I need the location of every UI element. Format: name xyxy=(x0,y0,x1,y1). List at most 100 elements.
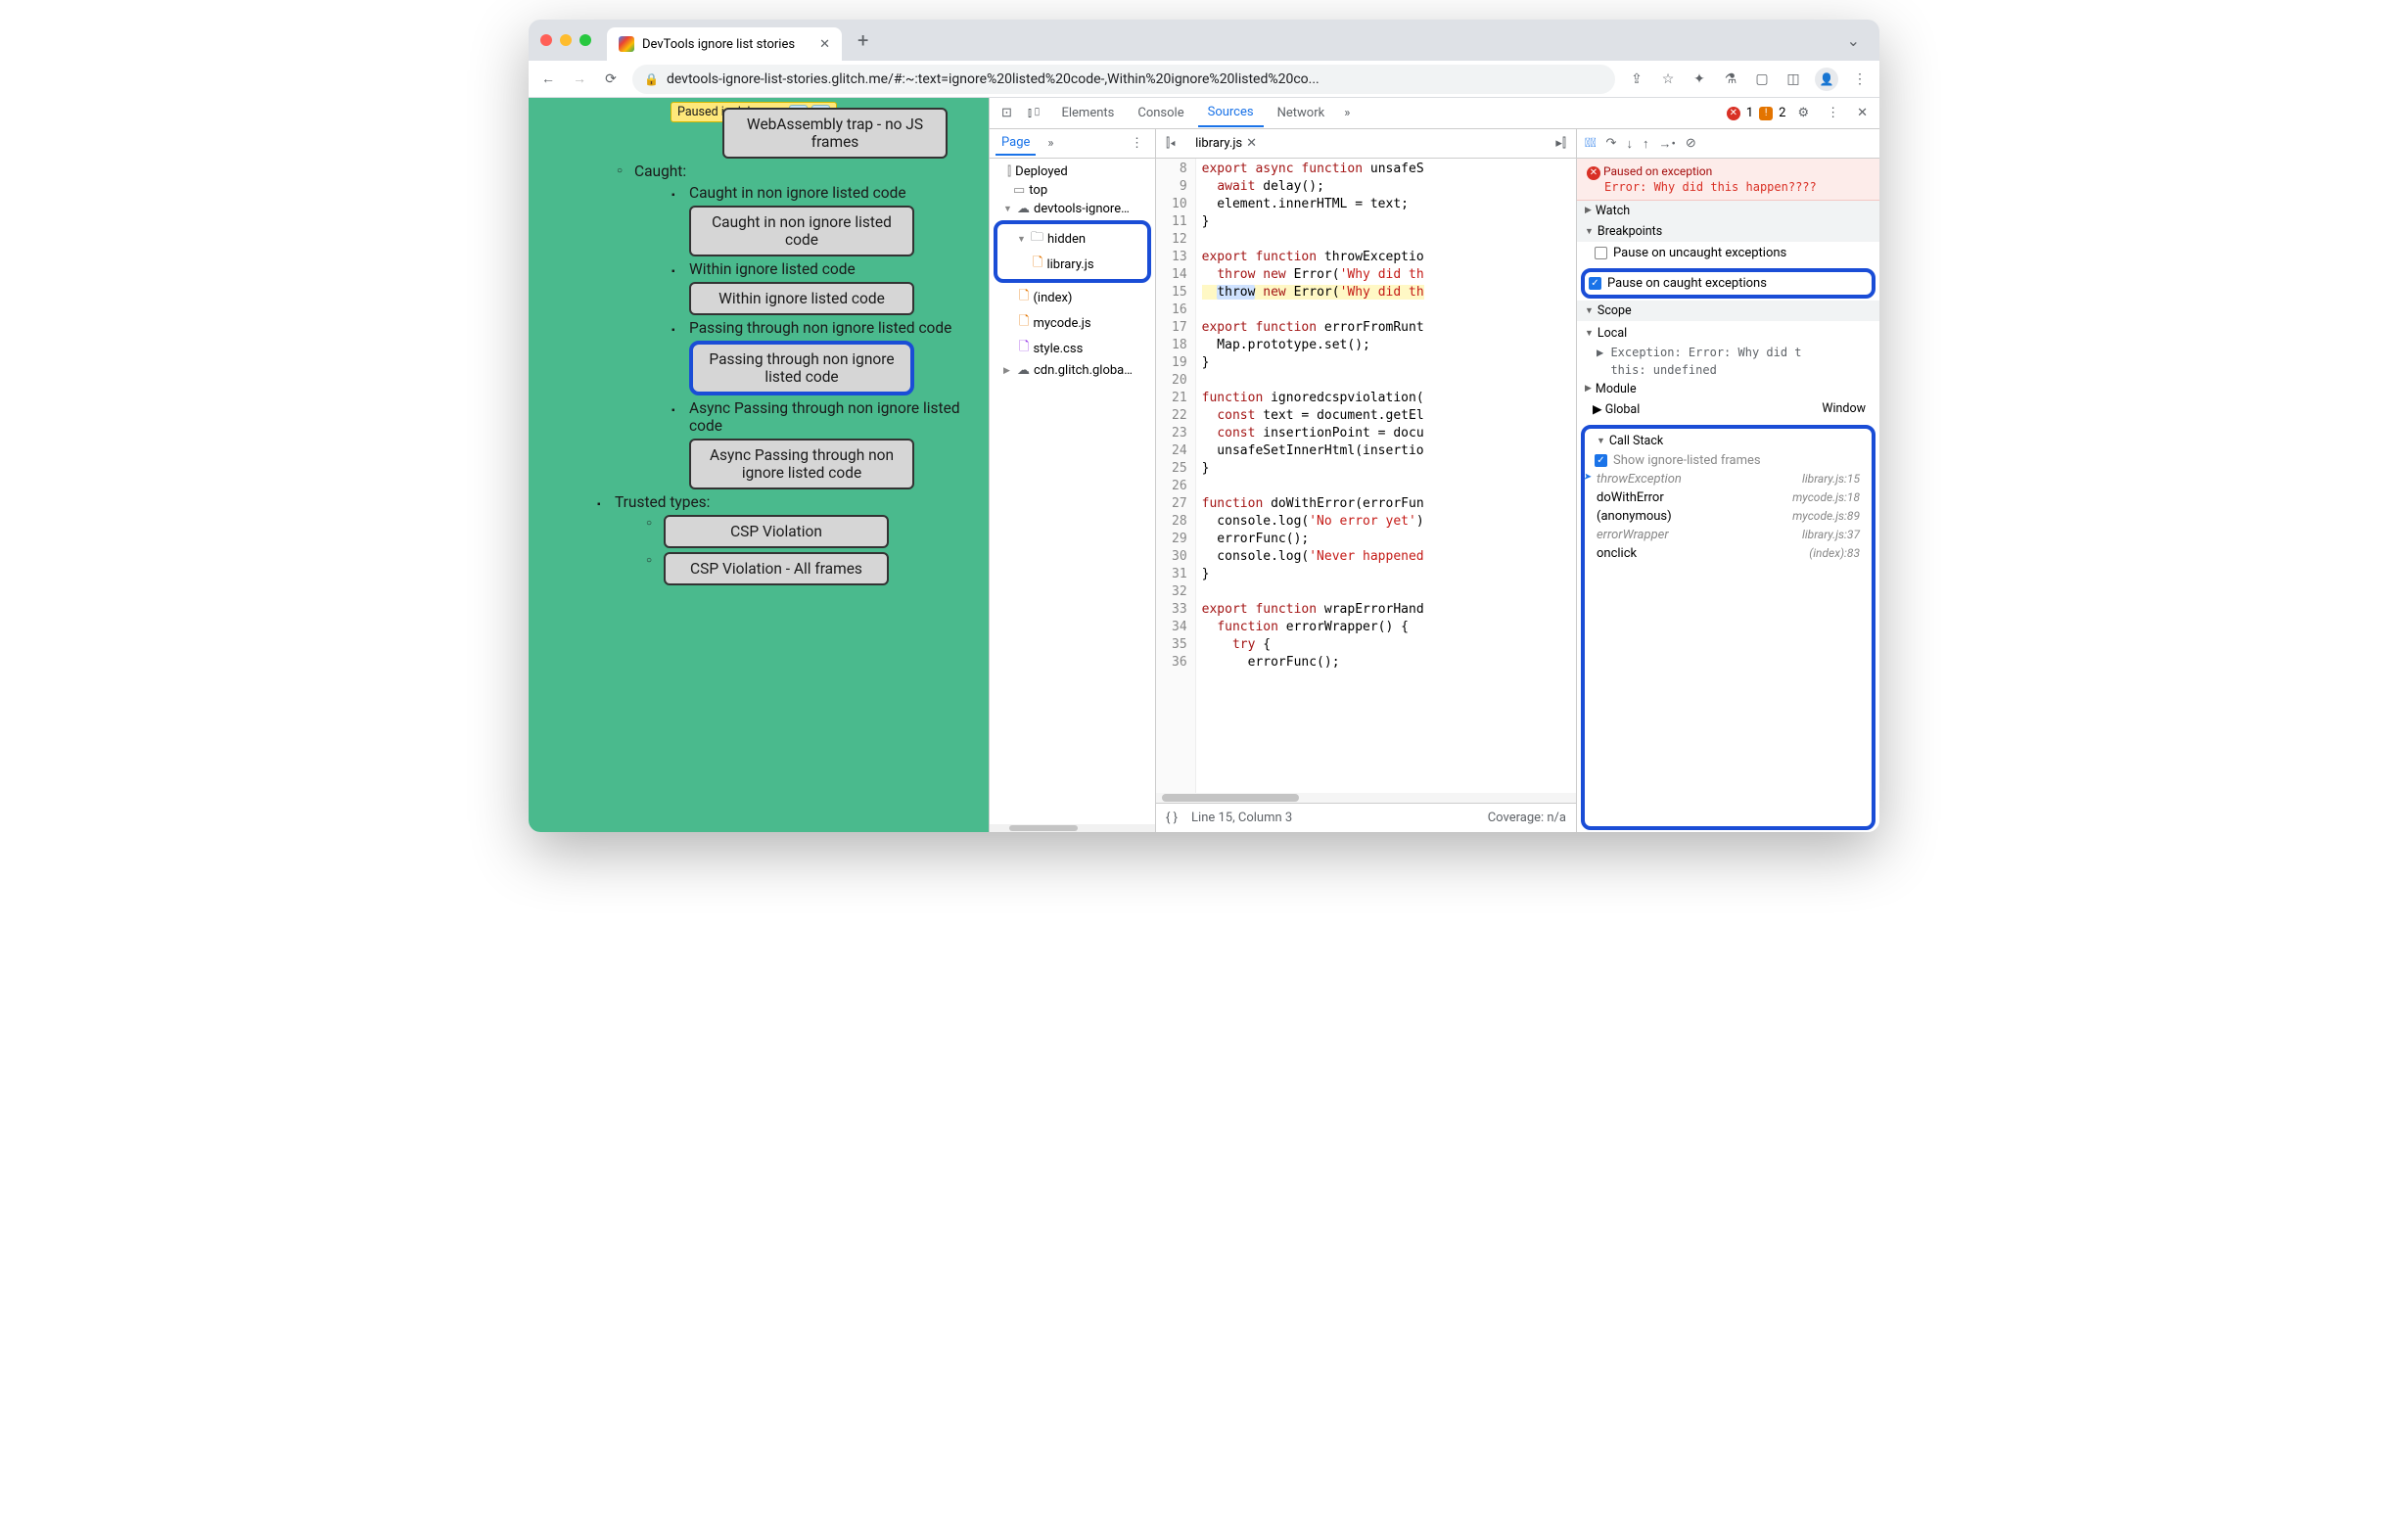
extensions-icon[interactable]: ✦ xyxy=(1690,71,1709,87)
csp-violation-all-button[interactable]: CSP Violation - All frames xyxy=(664,552,889,585)
call-stack-header[interactable]: ▼Call Stack xyxy=(1589,431,1868,451)
caught-non-ignore-button[interactable]: Caught in non ignore listed code xyxy=(689,206,914,256)
debugger-toolbar: ▶⃓ ↷ ↓ ↑ →• ⊘ xyxy=(1577,129,1879,159)
navigator-page-tab[interactable]: Page xyxy=(996,131,1036,156)
inspect-icon[interactable]: ⊡ xyxy=(996,102,1018,124)
csp-violation-button[interactable]: CSP Violation xyxy=(664,515,889,548)
devtools-close-icon[interactable]: ✕ xyxy=(1851,102,1874,124)
passing-through-button[interactable]: Passing through non ignore listed code xyxy=(689,341,914,395)
tree-mycode-file[interactable]: 🗋mycode.js xyxy=(990,310,1155,336)
error-count-icon[interactable]: ✕ xyxy=(1727,107,1740,120)
pause-reason: Paused on exception xyxy=(1603,164,1712,178)
side-panel-icon[interactable]: ◫ xyxy=(1783,71,1803,87)
tree-top[interactable]: ▭top xyxy=(990,181,1155,200)
navigator-scrollbar[interactable] xyxy=(990,824,1155,832)
close-tab-button[interactable]: ✕ xyxy=(819,37,830,52)
step-over-button[interactable]: ↷ xyxy=(1606,136,1617,151)
tree-origin[interactable]: ▼☁devtools-ignore… xyxy=(990,200,1155,218)
new-tab-button[interactable]: + xyxy=(850,28,876,52)
cursor-position: Line 15, Column 3 xyxy=(1191,811,1292,825)
pretty-print-icon[interactable]: { } xyxy=(1166,811,1178,825)
tree-library-file[interactable]: 🗋library.js xyxy=(999,252,1145,277)
line-gutter: 8910111213141516171819202122232425262728… xyxy=(1156,159,1196,793)
menu-icon[interactable]: ⋮ xyxy=(1850,71,1870,87)
scope-exception-row[interactable]: ▶ Exception: Error: Why did t xyxy=(1585,344,1874,361)
tab-network[interactable]: Network xyxy=(1268,100,1335,126)
navigator-more-icon[interactable]: » xyxy=(1042,132,1059,155)
highlighted-call-stack: ▼Call Stack ✓Show ignore-listed frames t… xyxy=(1581,425,1875,831)
scope-global-row[interactable]: ▶ GlobalWindow xyxy=(1585,399,1874,419)
source-text: export async function unsafeS await dela… xyxy=(1196,159,1576,793)
error-count: 1 xyxy=(1746,106,1753,120)
step-out-button[interactable]: ↑ xyxy=(1643,136,1649,152)
editor-file-tab[interactable]: library.js ✕ xyxy=(1189,132,1263,155)
labs-icon[interactable]: ⚗ xyxy=(1721,71,1740,87)
editor-close-icon[interactable]: ✕ xyxy=(1246,136,1257,151)
code-area[interactable]: 8910111213141516171819202122232425262728… xyxy=(1156,159,1576,793)
new-feature-icon[interactable]: ▢ xyxy=(1752,71,1772,87)
tree-cdn-origin[interactable]: ▶☁cdn.glitch.globa… xyxy=(990,361,1155,380)
tree-index-file[interactable]: 🗋(index) xyxy=(990,285,1155,310)
editor-filename: library.js xyxy=(1195,136,1242,151)
devtools-tabbar: ⊡ ⫾▯ Elements Console Sources Network » … xyxy=(990,98,1879,129)
call-stack-frame[interactable]: onclick(index):83 xyxy=(1589,544,1868,563)
step-into-button[interactable]: ↓ xyxy=(1626,136,1633,152)
navigator-menu-icon[interactable]: ⋮ xyxy=(1125,132,1149,155)
bookmark-icon[interactable]: ☆ xyxy=(1658,71,1678,87)
pause-uncaught-checkbox[interactable]: Pause on uncaught exceptions xyxy=(1595,244,1874,262)
deactivate-breakpoints-button[interactable]: ⊘ xyxy=(1686,136,1696,151)
share-icon[interactable]: ⇪ xyxy=(1627,71,1646,87)
call-stack-frame[interactable]: (anonymous)mycode.js:89 xyxy=(1589,507,1868,526)
tree-style-file[interactable]: 🗋style.css xyxy=(990,336,1155,361)
call-stack-frame[interactable]: throwExceptionlibrary.js:15 xyxy=(1589,470,1868,488)
within-ignore-button[interactable]: Within ignore listed code xyxy=(689,282,914,315)
editor-h-scrollbar[interactable] xyxy=(1156,793,1576,803)
file-tree: ⫿Deployed ▭top ▼☁devtools-ignore… ▼🗀hidd… xyxy=(990,159,1155,824)
breakpoints-section-header[interactable]: ▼Breakpoints xyxy=(1577,221,1879,242)
pause-caught-checkbox[interactable]: ✓Pause on caught exceptions xyxy=(1589,274,1868,293)
pause-banner: ✕ Paused on exception Error: Why did thi… xyxy=(1577,159,1879,201)
close-window-button[interactable] xyxy=(540,34,552,46)
caught-header: Caught: xyxy=(634,162,981,180)
more-tabs-icon[interactable]: » xyxy=(1338,102,1356,124)
watch-section-header[interactable]: ▶Watch xyxy=(1577,201,1879,221)
address-bar[interactable]: 🔒 devtools-ignore-list-stories.glitch.me… xyxy=(632,65,1615,94)
warning-count-icon[interactable]: ! xyxy=(1759,107,1773,120)
forward-button[interactable]: → xyxy=(570,70,589,87)
coverage-status: Coverage: n/a xyxy=(1488,811,1566,825)
browser-tab[interactable]: DevTools ignore list stories ✕ xyxy=(607,27,842,61)
toggle-debugger-icon[interactable]: ▸⫿ xyxy=(1550,132,1572,155)
scope-module-header[interactable]: ▶Module xyxy=(1585,379,1874,399)
profile-avatar[interactable]: 👤 xyxy=(1815,68,1838,91)
step-button[interactable]: →• xyxy=(1658,136,1675,152)
device-toggle-icon[interactable]: ⫾▯ xyxy=(1022,102,1048,124)
async-passing-button[interactable]: Async Passing through non ignore listed … xyxy=(689,439,914,489)
scope-section-header[interactable]: ▼Scope xyxy=(1577,301,1879,321)
error-icon: ✕ xyxy=(1587,166,1600,180)
tree-hidden-folder[interactable]: ▼🗀hidden xyxy=(999,226,1145,252)
tab-elements[interactable]: Elements xyxy=(1051,100,1124,126)
settings-gear-icon[interactable]: ⚙ xyxy=(1791,102,1815,124)
tree-deployed[interactable]: ⫿Deployed xyxy=(990,162,1155,181)
toggle-navigator-icon[interactable]: ⫿◂ xyxy=(1160,132,1181,155)
tab-console[interactable]: Console xyxy=(1128,100,1193,126)
devtools-menu-icon[interactable]: ⋮ xyxy=(1821,102,1845,124)
call-stack-frame[interactable]: errorWrapperlibrary.js:37 xyxy=(1589,526,1868,544)
tab-sources[interactable]: Sources xyxy=(1198,99,1264,127)
back-button[interactable]: ← xyxy=(538,70,558,87)
scope-local-header[interactable]: ▼Local xyxy=(1585,323,1874,344)
call-stack-frame[interactable]: doWithErrormycode.js:18 xyxy=(1589,488,1868,507)
minimize-window-button[interactable] xyxy=(560,34,572,46)
wasm-trap-button[interactable]: WebAssembly trap - no JS frames xyxy=(722,108,948,159)
item-label-1: Within ignore listed code xyxy=(689,260,856,278)
page-viewport: Paused in debugger ▶ ↷ WebAssembly trap … xyxy=(529,98,989,832)
trusted-types-header: Trusted types: xyxy=(615,493,981,511)
tab-list-chevron-icon[interactable]: ⌄ xyxy=(1839,31,1868,50)
debugger-pane: ▶⃓ ↷ ↓ ↑ →• ⊘ ✕ Paused on exception Erro… xyxy=(1576,129,1879,832)
show-ignore-listed-checkbox[interactable]: ✓Show ignore-listed frames xyxy=(1589,451,1868,470)
reload-button[interactable]: ⟳ xyxy=(601,71,621,87)
editor-status-bar: { } Line 15, Column 3 Coverage: n/a xyxy=(1156,803,1576,832)
tab-title: DevTools ignore list stories xyxy=(642,37,795,52)
maximize-window-button[interactable] xyxy=(579,34,591,46)
resume-button[interactable]: ▶⃓ xyxy=(1585,136,1597,151)
